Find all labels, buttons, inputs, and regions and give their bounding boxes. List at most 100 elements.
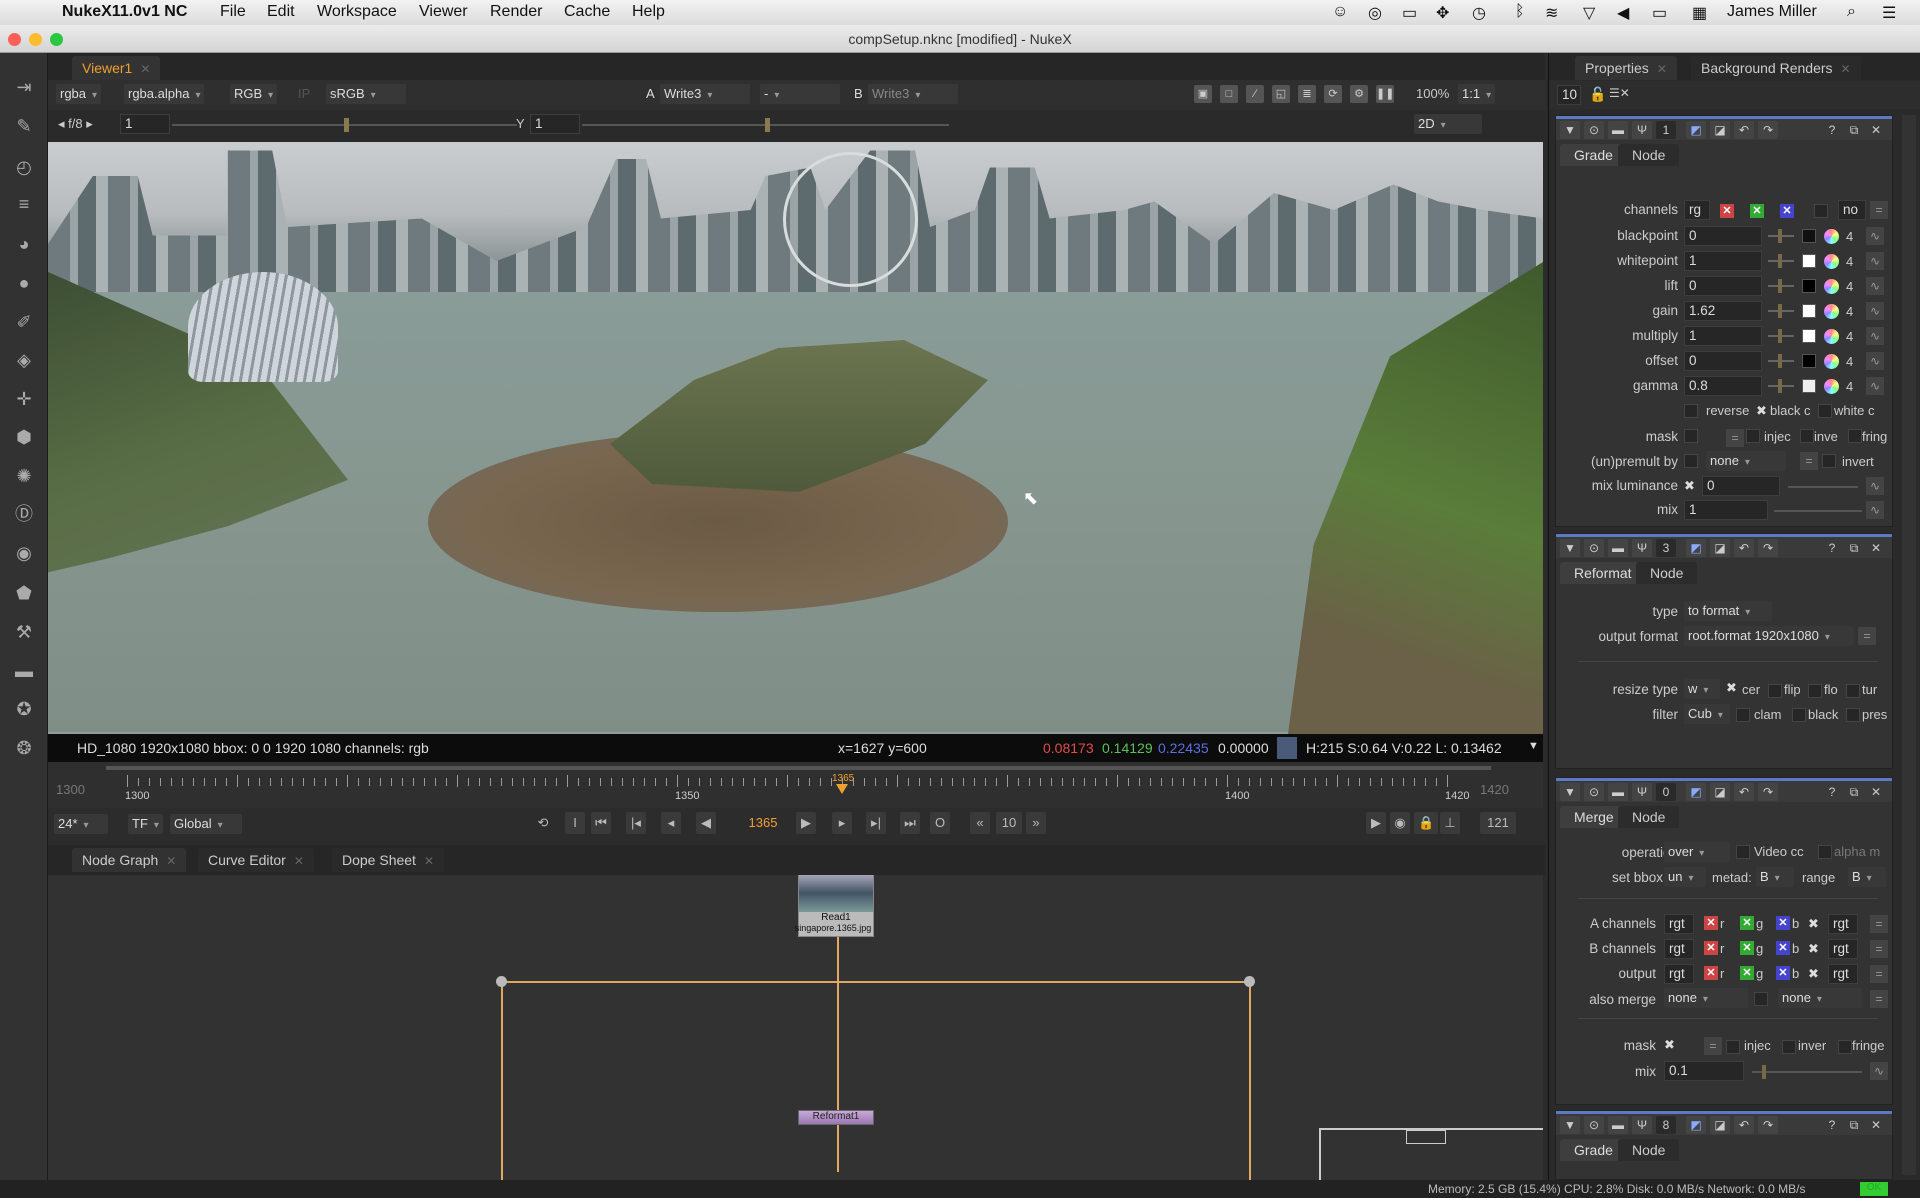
redo-icon[interactable]: ↷ [1758, 539, 1778, 557]
frame-increment-input[interactable]: 10 [996, 812, 1022, 834]
pipe-right[interactable] [1249, 981, 1251, 1180]
a-channels-blue-checkbox[interactable]: ✕ [1776, 916, 1790, 930]
help-icon[interactable]: ? [1822, 783, 1842, 801]
b-input-dropdown[interactable]: Write3 [868, 84, 958, 104]
pipe-left[interactable] [501, 981, 503, 1180]
white-clamp-checkbox[interactable] [1818, 404, 1832, 418]
whitepoint-input[interactable]: 1 [1684, 251, 1762, 271]
blackpoint-slider[interactable] [1768, 229, 1794, 243]
time-tool-icon[interactable]: ◴ [12, 156, 36, 178]
channel-count[interactable]: 4 [1846, 329, 1853, 344]
spotlight-search-icon[interactable]: ⌕ [1847, 3, 1856, 21]
collapse-icon[interactable]: ▼ [1560, 539, 1580, 557]
mix-input[interactable]: 1 [1684, 500, 1768, 520]
metadata-tool-icon[interactable]: ⬟ [12, 582, 36, 604]
timeline[interactable]: 1300 1420 1300 1350 1400 1420 1365 [48, 762, 1543, 808]
gamma-input[interactable]: 0.8 [1684, 376, 1762, 396]
properties-scrollbar[interactable] [1902, 115, 1916, 1175]
whitepoint-slider[interactable] [1768, 254, 1794, 268]
also-merge-checkbox[interactable] [1754, 992, 1768, 1006]
set-bbox-dropdown[interactable]: un [1664, 867, 1706, 887]
ratio-dropdown[interactable]: 1:1 [1458, 84, 1496, 104]
creative-cloud-icon[interactable]: ◎ [1368, 3, 1382, 23]
unpremult-dropdown[interactable]: none [1706, 451, 1786, 471]
invert-checkbox[interactable] [1822, 454, 1836, 468]
menu-cache[interactable]: Cache [564, 3, 610, 21]
metadata-dropdown[interactable]: B [1756, 867, 1794, 887]
redo-icon[interactable]: ↷ [1758, 121, 1778, 139]
bluetooth-icon[interactable]: ᛒ [1515, 3, 1525, 21]
fps-dropdown[interactable]: 24* [54, 814, 108, 834]
mix-slider[interactable] [1774, 510, 1862, 512]
battery-icon[interactable]: ▭ [1652, 3, 1667, 23]
center-checked-icon[interactable]: ✖ [1726, 680, 1737, 696]
mask-checkbox[interactable] [1684, 429, 1698, 443]
menu-workspace[interactable]: Workspace [317, 3, 397, 21]
a-channels-green-checkbox[interactable]: ✕ [1740, 916, 1754, 930]
channel-count[interactable]: 4 [1846, 254, 1853, 269]
node-color-icon[interactable]: ◩ [1686, 1116, 1706, 1134]
range-dropdown[interactable]: B [1848, 867, 1886, 887]
filter-dropdown[interactable]: Cub [1684, 704, 1730, 724]
gl-color-icon[interactable]: ◪ [1710, 121, 1730, 139]
animation-curve-icon[interactable]: ∿ [1866, 377, 1884, 395]
app-menu[interactable]: NukeX11.0v1 NC [62, 3, 187, 21]
tab-node-graph[interactable]: Node Graph ✕ [72, 848, 187, 872]
tab-reformat[interactable]: Reformat [1560, 562, 1646, 584]
clamp-checkbox[interactable] [1736, 708, 1750, 722]
skip-back-icon[interactable]: « [970, 812, 990, 834]
menu-help[interactable]: Help [632, 3, 665, 21]
alpha-channel-dropdown[interactable]: no [1838, 200, 1866, 220]
redo-icon[interactable]: ↷ [1758, 783, 1778, 801]
menu-edit[interactable]: Edit [267, 3, 295, 21]
view-node-icon[interactable]: ⊙ [1584, 539, 1604, 557]
mix-luminance-slider[interactable] [1788, 486, 1858, 488]
channel-green-checkbox[interactable]: ✕ [1750, 204, 1764, 218]
b-channels-blue-checkbox[interactable]: ✕ [1776, 941, 1790, 955]
b-channels-alpha-dropdown[interactable]: rgt [1828, 939, 1858, 959]
read-node[interactable]: Read1 singapore.1365.jpg [795, 875, 874, 937]
close-tab-icon[interactable]: ✕ [140, 62, 150, 76]
tab-background-renders[interactable]: Background Renders ✕ [1691, 56, 1861, 80]
filter-tool-icon[interactable]: ● [12, 272, 36, 294]
gain-slider[interactable] [172, 118, 517, 132]
gamma-input[interactable]: 1 [530, 114, 580, 134]
transform-tool-icon[interactable]: ✛ [12, 388, 36, 410]
unpremult-link-icon[interactable]: = [1800, 452, 1818, 470]
collapse-icon[interactable]: ▼ [1560, 783, 1580, 801]
mask-link-icon[interactable]: = [1726, 429, 1744, 447]
wipe-mode-dropdown[interactable]: - [760, 84, 840, 104]
display-icon[interactable]: ▭ [1402, 3, 1417, 23]
airplay-icon[interactable]: ▽ [1583, 3, 1595, 23]
notification-center-icon[interactable]: ☰ [1882, 3, 1896, 23]
undo-icon[interactable]: ↶ [1734, 1116, 1754, 1134]
alpha-masking-checkbox[interactable] [1818, 845, 1832, 859]
max-panels-input[interactable]: 10 [1557, 85, 1581, 105]
flag-uk-icon[interactable]: ▦ [1692, 3, 1707, 23]
tab-dope-sheet[interactable]: Dope Sheet ✕ [332, 848, 445, 872]
fringe-checkbox[interactable] [1848, 429, 1862, 443]
channel-count[interactable]: 4 [1846, 279, 1853, 294]
playhead[interactable]: 1365 [832, 773, 854, 794]
proxy-icon[interactable]: □ [1220, 85, 1238, 103]
float-panel-icon[interactable]: ⧉ [1844, 121, 1864, 139]
play-forward-icon[interactable]: ▶ [796, 812, 816, 834]
mix-luminance-input[interactable]: 0 [1702, 476, 1780, 496]
first-frame-icon[interactable]: ⏮ [591, 812, 611, 834]
link-icon[interactable]: = [1870, 965, 1888, 983]
animation-curve-icon[interactable]: ∿ [1870, 1062, 1888, 1080]
timecode-format-dropdown[interactable]: TF [128, 814, 163, 834]
flipbook-icon[interactable]: ▶ [1366, 812, 1386, 834]
a-channels-red-checkbox[interactable]: ✕ [1704, 916, 1718, 930]
wrench-icon[interactable]: Ψ [1632, 1116, 1652, 1134]
color-wheel-icon[interactable] [1824, 329, 1839, 344]
channels-dropdown[interactable]: rgba [56, 84, 102, 104]
animation-curve-icon[interactable]: ∿ [1866, 252, 1884, 270]
3d-tool-icon[interactable]: ⬢ [12, 426, 36, 448]
animation-curve-icon[interactable]: ∿ [1866, 352, 1884, 370]
skip-forward-icon[interactable]: » [1026, 812, 1046, 834]
gl-color-icon[interactable]: ◪ [1710, 783, 1730, 801]
tab-grade[interactable]: Grade [1560, 1139, 1627, 1161]
input-process-toggle[interactable]: IP [298, 86, 310, 101]
wifi-icon[interactable]: ≋ [1545, 3, 1558, 23]
